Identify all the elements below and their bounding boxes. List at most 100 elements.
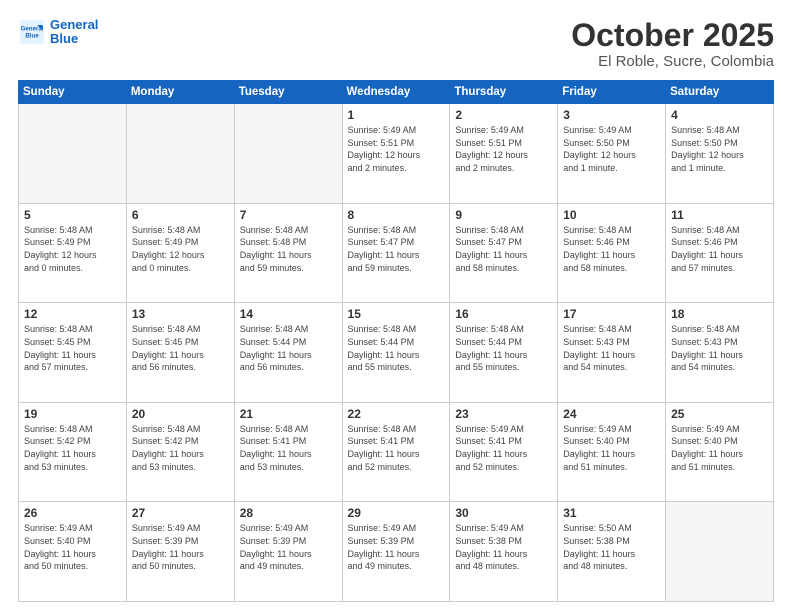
- calendar-day-cell: 11 Sunrise: 5:48 AM Sunset: 5:46 PM Dayli…: [666, 203, 774, 303]
- day-number: 11: [671, 208, 768, 222]
- day-number: 28: [240, 506, 337, 520]
- day-number: 18: [671, 307, 768, 321]
- calendar-day-cell: 5 Sunrise: 5:48 AM Sunset: 5:49 PM Daylig…: [19, 203, 127, 303]
- day-info: Sunrise: 5:48 AM Sunset: 5:44 PM Dayligh…: [240, 323, 337, 373]
- day-info: Sunrise: 5:49 AM Sunset: 5:50 PM Dayligh…: [563, 124, 660, 174]
- day-number: 30: [455, 506, 552, 520]
- title-block: October 2025 El Roble, Sucre, Colombia: [571, 18, 774, 70]
- logo: General Blue General Blue: [18, 18, 98, 47]
- calendar-day-cell: [19, 104, 127, 204]
- calendar-day-cell: 30 Sunrise: 5:49 AM Sunset: 5:38 PM Dayli…: [450, 502, 558, 602]
- day-info: Sunrise: 5:48 AM Sunset: 5:43 PM Dayligh…: [563, 323, 660, 373]
- calendar-day-cell: 14 Sunrise: 5:48 AM Sunset: 5:44 PM Dayli…: [234, 303, 342, 403]
- day-number: 20: [132, 407, 229, 421]
- calendar-day-cell: 23 Sunrise: 5:49 AM Sunset: 5:41 PM Dayli…: [450, 402, 558, 502]
- calendar-week-row: 5 Sunrise: 5:48 AM Sunset: 5:49 PM Daylig…: [19, 203, 774, 303]
- calendar-table: SundayMondayTuesdayWednesdayThursdayFrid…: [18, 80, 774, 602]
- calendar-day-cell: [126, 104, 234, 204]
- weekday-header: Tuesday: [234, 81, 342, 104]
- calendar-day-cell: 19 Sunrise: 5:48 AM Sunset: 5:42 PM Dayli…: [19, 402, 127, 502]
- weekday-header: Monday: [126, 81, 234, 104]
- day-info: Sunrise: 5:48 AM Sunset: 5:43 PM Dayligh…: [671, 323, 768, 373]
- day-number: 15: [348, 307, 445, 321]
- logo-text-line1: General: [50, 18, 98, 32]
- day-info: Sunrise: 5:49 AM Sunset: 5:41 PM Dayligh…: [455, 423, 552, 473]
- day-number: 6: [132, 208, 229, 222]
- day-number: 10: [563, 208, 660, 222]
- day-info: Sunrise: 5:49 AM Sunset: 5:39 PM Dayligh…: [132, 522, 229, 572]
- calendar-day-cell: 10 Sunrise: 5:48 AM Sunset: 5:46 PM Dayli…: [558, 203, 666, 303]
- calendar-day-cell: [666, 502, 774, 602]
- logo-text-line2: Blue: [50, 32, 98, 46]
- calendar-day-cell: 9 Sunrise: 5:48 AM Sunset: 5:47 PM Daylig…: [450, 203, 558, 303]
- day-info: Sunrise: 5:48 AM Sunset: 5:42 PM Dayligh…: [24, 423, 121, 473]
- calendar-day-cell: 6 Sunrise: 5:48 AM Sunset: 5:49 PM Daylig…: [126, 203, 234, 303]
- day-info: Sunrise: 5:48 AM Sunset: 5:41 PM Dayligh…: [348, 423, 445, 473]
- day-info: Sunrise: 5:48 AM Sunset: 5:46 PM Dayligh…: [563, 224, 660, 274]
- calendar-day-cell: 4Sunrise: 5:48 AM Sunset: 5:50 PM Daylig…: [666, 104, 774, 204]
- day-number: 21: [240, 407, 337, 421]
- page-header: General Blue General Blue October 2025 E…: [18, 18, 774, 70]
- day-info: Sunrise: 5:49 AM Sunset: 5:40 PM Dayligh…: [671, 423, 768, 473]
- calendar-day-cell: 27Sunrise: 5:49 AM Sunset: 5:39 PM Dayli…: [126, 502, 234, 602]
- day-number: 13: [132, 307, 229, 321]
- day-number: 2: [455, 108, 552, 122]
- weekday-header: Wednesday: [342, 81, 450, 104]
- calendar-day-cell: 2 Sunrise: 5:49 AM Sunset: 5:51 PM Daylig…: [450, 104, 558, 204]
- calendar-week-row: 1 Sunrise: 5:49 AM Sunset: 5:51 PM Daylig…: [19, 104, 774, 204]
- weekday-header: Thursday: [450, 81, 558, 104]
- calendar-day-cell: 29Sunrise: 5:49 AM Sunset: 5:39 PM Dayli…: [342, 502, 450, 602]
- calendar-day-cell: 17 Sunrise: 5:48 AM Sunset: 5:43 PM Dayli…: [558, 303, 666, 403]
- day-info: Sunrise: 5:48 AM Sunset: 5:45 PM Dayligh…: [24, 323, 121, 373]
- day-number: 9: [455, 208, 552, 222]
- day-info: Sunrise: 5:48 AM Sunset: 5:48 PM Dayligh…: [240, 224, 337, 274]
- day-number: 8: [348, 208, 445, 222]
- day-number: 26: [24, 506, 121, 520]
- day-info: Sunrise: 5:48 AM Sunset: 5:49 PM Dayligh…: [24, 224, 121, 274]
- calendar-day-cell: 3 Sunrise: 5:49 AM Sunset: 5:50 PM Daylig…: [558, 104, 666, 204]
- day-number: 17: [563, 307, 660, 321]
- day-number: 19: [24, 407, 121, 421]
- calendar-week-row: 26 Sunrise: 5:49 AM Sunset: 5:40 PM Dayli…: [19, 502, 774, 602]
- day-number: 1: [348, 108, 445, 122]
- calendar-day-cell: 18 Sunrise: 5:48 AM Sunset: 5:43 PM Dayli…: [666, 303, 774, 403]
- day-number: 5: [24, 208, 121, 222]
- day-number: 22: [348, 407, 445, 421]
- day-info: Sunrise: 5:48 AM Sunset: 5:45 PM Dayligh…: [132, 323, 229, 373]
- day-number: 31: [563, 506, 660, 520]
- calendar-day-cell: 20Sunrise: 5:48 AM Sunset: 5:42 PM Dayli…: [126, 402, 234, 502]
- day-info: Sunrise: 5:49 AM Sunset: 5:40 PM Dayligh…: [24, 522, 121, 572]
- day-number: 14: [240, 307, 337, 321]
- day-info: Sunrise: 5:48 AM Sunset: 5:41 PM Dayligh…: [240, 423, 337, 473]
- weekday-header: Sunday: [19, 81, 127, 104]
- day-info: Sunrise: 5:48 AM Sunset: 5:47 PM Dayligh…: [455, 224, 552, 274]
- calendar-week-row: 12 Sunrise: 5:48 AM Sunset: 5:45 PM Dayli…: [19, 303, 774, 403]
- day-info: Sunrise: 5:49 AM Sunset: 5:51 PM Dayligh…: [455, 124, 552, 174]
- day-number: 3: [563, 108, 660, 122]
- logo-icon: General Blue: [18, 18, 46, 46]
- day-number: 25: [671, 407, 768, 421]
- day-number: 12: [24, 307, 121, 321]
- weekday-header: Friday: [558, 81, 666, 104]
- calendar-day-cell: 31Sunrise: 5:50 AM Sunset: 5:38 PM Dayli…: [558, 502, 666, 602]
- calendar-day-cell: 28Sunrise: 5:49 AM Sunset: 5:39 PM Dayli…: [234, 502, 342, 602]
- day-info: Sunrise: 5:48 AM Sunset: 5:46 PM Dayligh…: [671, 224, 768, 274]
- page-title: October 2025: [571, 18, 774, 53]
- calendar-day-cell: 8Sunrise: 5:48 AM Sunset: 5:47 PM Daylig…: [342, 203, 450, 303]
- day-info: Sunrise: 5:49 AM Sunset: 5:40 PM Dayligh…: [563, 423, 660, 473]
- calendar-day-cell: 16Sunrise: 5:48 AM Sunset: 5:44 PM Dayli…: [450, 303, 558, 403]
- calendar-day-cell: 12 Sunrise: 5:48 AM Sunset: 5:45 PM Dayli…: [19, 303, 127, 403]
- calendar-day-cell: 21 Sunrise: 5:48 AM Sunset: 5:41 PM Dayli…: [234, 402, 342, 502]
- calendar-day-cell: 7Sunrise: 5:48 AM Sunset: 5:48 PM Daylig…: [234, 203, 342, 303]
- day-number: 23: [455, 407, 552, 421]
- calendar-day-cell: [234, 104, 342, 204]
- day-number: 4: [671, 108, 768, 122]
- day-info: Sunrise: 5:48 AM Sunset: 5:49 PM Dayligh…: [132, 224, 229, 274]
- calendar-day-cell: 25 Sunrise: 5:49 AM Sunset: 5:40 PM Dayli…: [666, 402, 774, 502]
- calendar-week-row: 19 Sunrise: 5:48 AM Sunset: 5:42 PM Dayli…: [19, 402, 774, 502]
- day-info: Sunrise: 5:49 AM Sunset: 5:51 PM Dayligh…: [348, 124, 445, 174]
- calendar-day-cell: 24Sunrise: 5:49 AM Sunset: 5:40 PM Dayli…: [558, 402, 666, 502]
- svg-text:Blue: Blue: [25, 33, 39, 40]
- day-info: Sunrise: 5:49 AM Sunset: 5:38 PM Dayligh…: [455, 522, 552, 572]
- calendar-day-cell: 15Sunrise: 5:48 AM Sunset: 5:44 PM Dayli…: [342, 303, 450, 403]
